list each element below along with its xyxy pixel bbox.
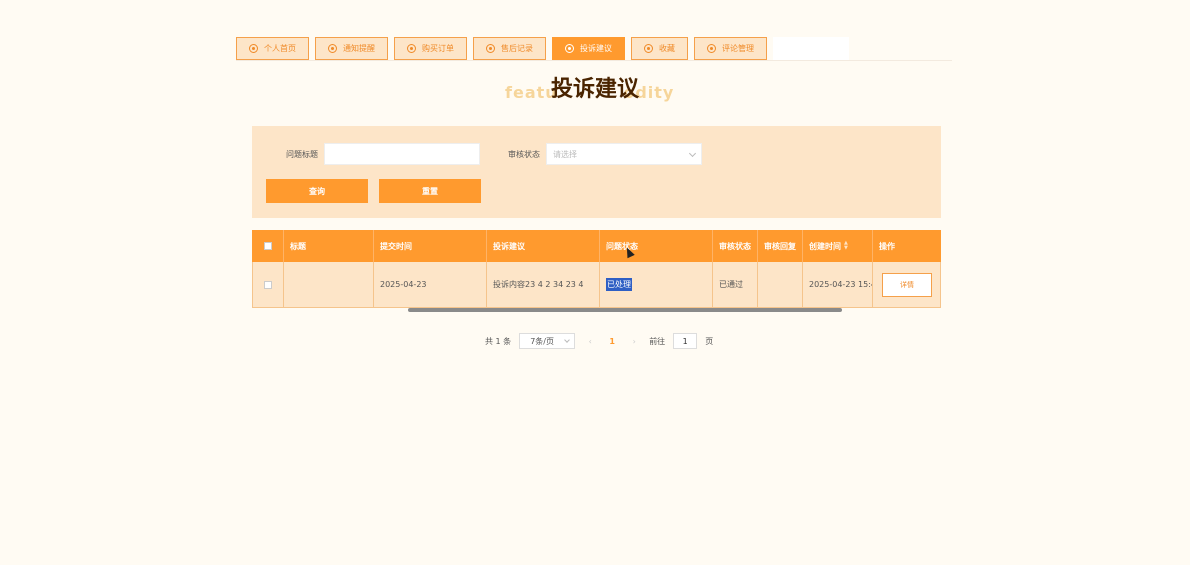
sort-icon[interactable]: ▲ ▼ [844,241,848,251]
header-suggestion: 投诉建议 [487,230,600,262]
status-filter-label: 审核状态 [508,150,540,159]
horizontal-scrollbar[interactable] [252,308,941,313]
cell-review-reply [758,262,803,307]
header-review-reply: 审核回复 [758,230,803,262]
tabs-divider [236,60,952,61]
tab-comments[interactable]: 评论管理 [694,37,767,60]
problem-status-text: 已处理 [606,278,632,291]
select-all-cell [252,230,284,262]
cell-title [284,262,374,307]
query-button[interactable]: 查询 [266,179,368,203]
complaints-table: 标题 提交时间 投诉建议 问题状态 审核状态 审核回复 创建时间 ▲ ▼ 操作 20… [252,230,941,313]
table-header: 标题 提交时间 投诉建议 问题状态 审核状态 审核回复 创建时间 ▲ ▼ 操作 [252,230,941,262]
tab-bar-filler [773,37,849,60]
page-title: 投诉建议 [550,77,639,102]
cell-action: 详情 [873,262,940,307]
cell-submit-time: 2025-04-23 [374,262,487,307]
pagination: 共 1 条 7条/页 ‹ 1 › 前往 1 页 [485,333,713,349]
header-create-time[interactable]: 创建时间 ▲ ▼ [803,230,873,262]
radio-icon [565,44,574,53]
chevron-down-icon [564,337,571,343]
radio-icon [486,44,495,53]
page: 个人首页 通知提醒 购买订单 售后记录 投诉建议 收藏 评论管理 featu o… [0,0,1190,565]
tab-home[interactable]: 个人首页 [236,37,309,60]
tab-bar: 个人首页 通知提醒 购买订单 售后记录 投诉建议 收藏 评论管理 [236,37,849,60]
cell-create-time: 2025-04-23 15:41: [803,262,873,307]
header-title: 标题 [284,230,374,262]
radio-icon [644,44,653,53]
scrollbar-thumb[interactable] [408,308,842,312]
detail-button[interactable]: 详情 [882,272,932,297]
header-review-status: 审核状态 [713,230,758,262]
title-filter-label: 问题标题 [286,150,318,159]
radio-icon [328,44,337,53]
row-select-cell [253,262,284,307]
tab-after-sales[interactable]: 售后记录 [473,37,546,60]
cell-review-status: 已通过 [713,262,758,307]
chevron-down-icon [688,149,697,158]
cell-suggestion: 投诉内容23 4 2 34 23 4 [487,262,600,307]
pagination-total: 共 1 条 [485,336,512,346]
prev-page-icon[interactable]: ‹ [583,337,597,346]
search-panel: 问题标题 审核状态 请选择 查询 重置 [252,126,941,218]
tab-complaints[interactable]: 投诉建议 [552,37,625,60]
radio-icon [249,44,258,53]
radio-icon [407,44,416,53]
tab-orders[interactable]: 购买订单 [394,37,467,60]
radio-icon [707,44,716,53]
reset-button[interactable]: 重置 [379,179,481,203]
cell-problem-status: 已处理 [600,262,713,307]
goto-page-input[interactable]: 1 [673,333,698,349]
header-action: 操作 [879,241,895,251]
tab-favorites[interactable]: 收藏 [631,37,688,60]
row-checkbox[interactable] [264,280,272,289]
table-row: 2025-04-23 投诉内容23 4 2 34 23 4 已处理 已通过 20… [252,262,941,308]
title-filter-input[interactable] [324,143,480,165]
header-problem-status: 问题状态 [600,230,713,262]
tab-notifications[interactable]: 通知提醒 [315,37,388,60]
status-filter-select[interactable]: 请选择 [546,143,702,165]
header-submit-time: 提交时间 [374,230,487,262]
page-number-current[interactable]: 1 [605,337,619,346]
goto-label: 前往 [649,336,666,346]
page-title-block: featu odity 投诉建议 [0,75,1190,109]
page-unit-label: 页 [705,336,714,346]
next-page-icon[interactable]: › [627,337,641,346]
select-all-checkbox[interactable] [263,242,272,250]
page-size-select[interactable]: 7条/页 [519,333,576,349]
